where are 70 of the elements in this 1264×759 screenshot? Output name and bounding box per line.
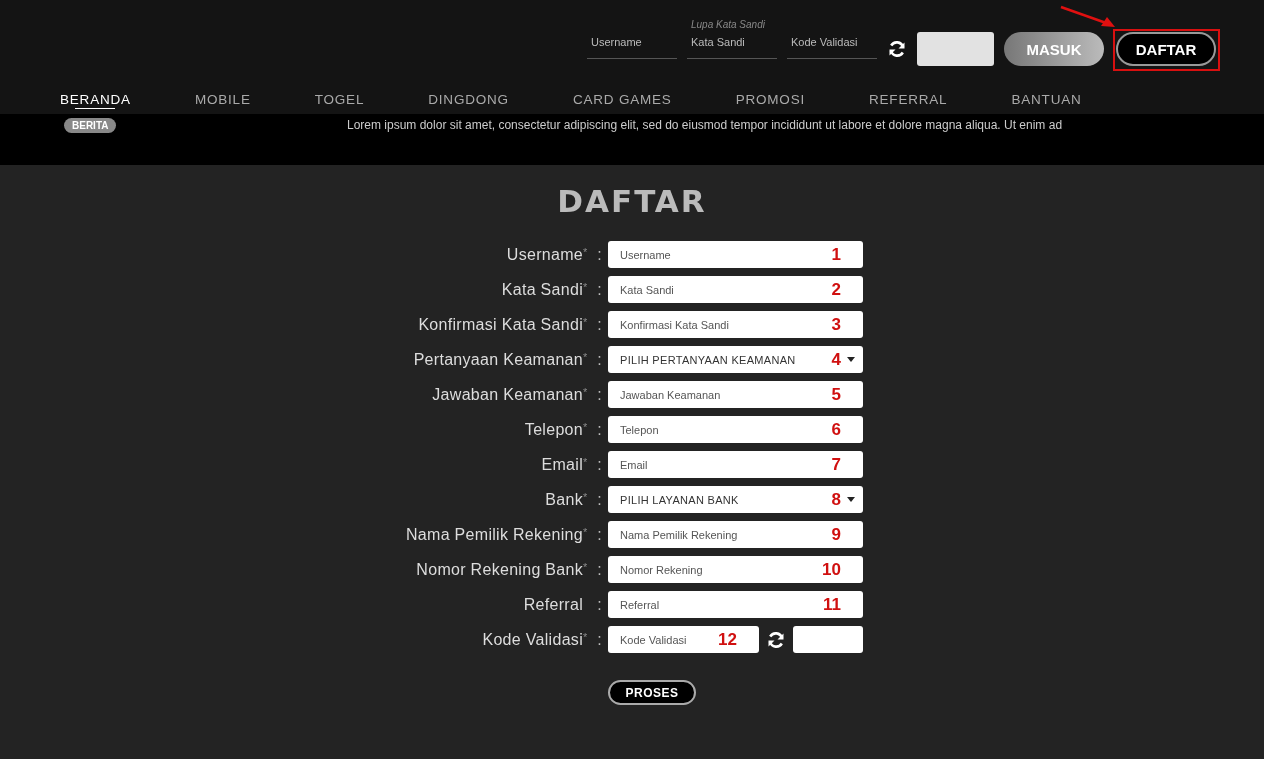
field-label: Kode Validasi	[482, 630, 583, 649]
annotation-number: 2	[831, 279, 841, 300]
annotation-number: 1	[831, 244, 841, 265]
submit-button[interactable]: PROSES	[608, 680, 696, 705]
required-mark: *	[583, 525, 589, 538]
nav-tab[interactable]: BANTUAN	[1011, 86, 1082, 109]
colon: :	[596, 595, 603, 614]
required-mark: *	[583, 280, 589, 293]
colon: :	[596, 420, 603, 439]
required-mark: *	[583, 420, 589, 433]
login-input[interactable]: Kata Sandi	[687, 32, 777, 59]
nav-tab[interactable]: CARD GAMES	[572, 86, 672, 109]
colon: :	[596, 385, 603, 404]
nav-tab[interactable]: DINGDONG	[428, 86, 509, 109]
caret-icon	[847, 357, 855, 362]
select-field[interactable]: PILIH LAYANAN BANK 8	[608, 486, 863, 513]
nav-tab[interactable]: PROMOSI	[735, 86, 805, 109]
annotation-number: 11	[823, 594, 841, 615]
nav-tab[interactable]: TOGEL	[314, 86, 365, 109]
field-label: Jawaban Keamanan	[432, 385, 583, 404]
select-field[interactable]: PILIH PERTANYAAN KEAMANAN 4	[608, 346, 863, 373]
colon: :	[596, 560, 603, 579]
captcha-image	[793, 626, 863, 653]
field-label: Nama Pemilik Rekening	[405, 525, 583, 544]
refresh-icon[interactable]	[887, 39, 907, 59]
required-mark: *	[583, 630, 589, 643]
page-title: DAFTAR	[556, 183, 708, 219]
field-label: Referral	[523, 595, 583, 614]
required-mark: *	[583, 490, 589, 503]
field-label: Telepon	[524, 420, 583, 439]
required-mark: *	[583, 245, 589, 258]
colon: :	[596, 280, 603, 299]
forgot-password-link[interactable]: Lupa Kata Sandi	[691, 19, 765, 30]
colon: :	[596, 315, 603, 334]
field-label: Konfirmasi Kata Sandi	[418, 315, 583, 334]
field-label: Nomor Rekening Bank	[416, 560, 583, 579]
required-mark: *	[583, 560, 589, 573]
login-input[interactable]: Kode Validasi	[787, 32, 877, 59]
annotation-number: 6	[831, 419, 841, 440]
field-label: Bank	[545, 490, 583, 509]
nav-tab[interactable]: REFERRAL	[869, 86, 948, 109]
required-mark: *	[583, 350, 589, 363]
annotation-number: 4	[831, 349, 841, 370]
colon: :	[596, 245, 603, 264]
colon: :	[596, 455, 603, 474]
login-input[interactable]: Username	[587, 32, 677, 59]
news-badge: BERITA	[64, 118, 117, 133]
annotation-number: 7	[831, 454, 841, 475]
refresh-icon[interactable]	[766, 629, 786, 650]
field-label: Kata Sandi	[501, 280, 583, 299]
annotation-number: 5	[831, 384, 841, 405]
caret-icon	[847, 497, 855, 502]
annotation-number: 8	[831, 489, 841, 510]
required-mark: *	[583, 315, 589, 328]
field-label: Username	[506, 245, 583, 264]
annotation-number: 9	[831, 524, 841, 545]
required-mark: *	[583, 455, 589, 468]
required-mark: *	[583, 385, 589, 398]
annotation-number: 3	[831, 314, 841, 335]
register-button[interactable]: DAFTAR	[1116, 32, 1216, 66]
colon: :	[596, 490, 603, 509]
annotation-number: 12	[718, 629, 737, 650]
nav-tab[interactable]: MOBILE	[194, 86, 251, 109]
field-label: Pertanyaan Keamanan	[413, 350, 583, 369]
news-ticker: Lorem ipsum dolor sit amet, consectetur adipiscing elit, sed do eiusmod tempor incididunt ut labore et dolore magna aliqua. Ut enim ad	[347, 118, 1063, 132]
annotation-number: 10	[822, 559, 841, 580]
colon: :	[596, 630, 603, 649]
field-label: Email	[541, 455, 583, 474]
colon: :	[596, 525, 603, 544]
colon: :	[596, 350, 603, 369]
